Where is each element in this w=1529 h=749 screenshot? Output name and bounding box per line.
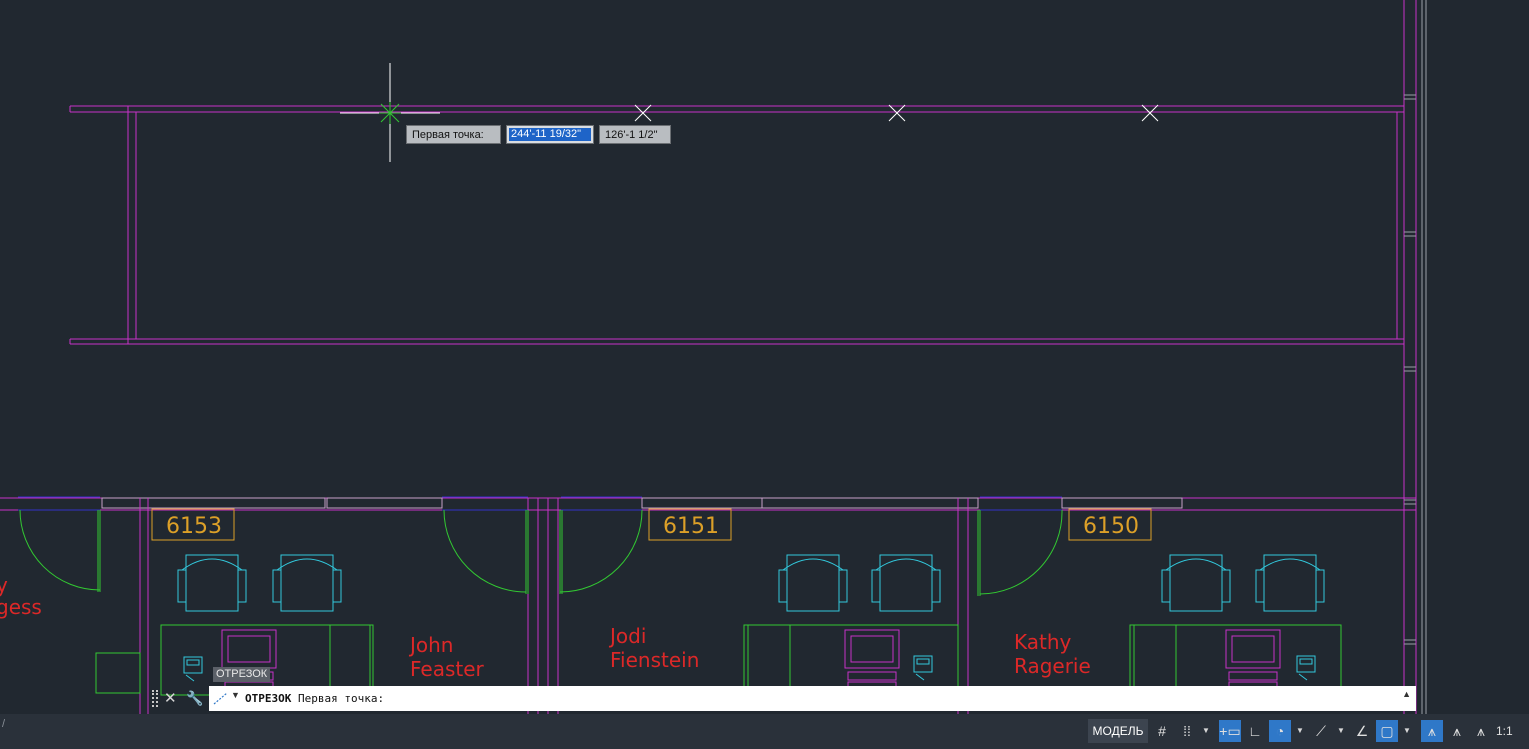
chair-back [782, 558, 844, 571]
object-snap-icon[interactable]: ▢ [1376, 720, 1398, 742]
chair-arm [332, 569, 342, 603]
autoscale-icon[interactable]: ⩚ [1446, 720, 1468, 742]
chevron-down-icon[interactable]: ▼ [1335, 720, 1347, 742]
ortho-icon[interactable]: ∟ [1244, 720, 1266, 742]
command-prompt: Первая точка: [297, 692, 385, 705]
dynamic-input-icon[interactable]: +▭ [1219, 720, 1241, 742]
phone-keypad [916, 658, 930, 665]
annotation-scale-icon[interactable]: ⩚ [1470, 720, 1492, 742]
dynamic-input-x-field[interactable]: 244'-11 19/32" [506, 125, 594, 144]
window-frame [1061, 497, 1183, 509]
status-left-text: / [2, 718, 6, 730]
room-number: 6150 [1083, 514, 1139, 539]
command-tooltip: ОТРЕЗОК [213, 667, 271, 682]
door-swing [559, 509, 643, 593]
dynamic-input-x-value[interactable]: 244'-11 19/32" [509, 128, 591, 141]
occupant-name: Feaster [410, 657, 485, 681]
occupant-name: John [408, 633, 454, 657]
occupant-name-partial: gess [0, 595, 42, 619]
monitor-screen [227, 635, 271, 663]
door-swing [979, 509, 1063, 595]
chair-back [1165, 558, 1227, 571]
wrench-icon[interactable]: 🔧 [186, 689, 203, 708]
window-frame [326, 497, 443, 509]
chevron-down-icon[interactable]: ▼ [1200, 720, 1212, 742]
room-number: 6151 [663, 514, 719, 539]
status-bar: / МОДЕЛЬ # ⁞⁞ ▼ +▭ ∟ ◔ ▼ ⟋ ▼ ∠ ▢ ▼ ⩚ ⩚ ⩚ 1:1 [0, 714, 1529, 749]
isometric-icon[interactable]: ∠ [1351, 720, 1373, 742]
chair-arm [177, 569, 187, 603]
snap-mode-icon[interactable]: ⁞⁞ [1176, 720, 1198, 742]
command-prompt-text: ОТРЕЗОК Первая точка: [245, 686, 384, 711]
occupant-name: Fienstein [610, 648, 699, 672]
chevron-down-icon[interactable]: ▼ [1294, 720, 1306, 742]
command-history-icon[interactable] [213, 691, 229, 705]
chair-back [181, 558, 243, 571]
phone-cord [915, 673, 925, 681]
command-input[interactable]: ▼ ОТРЕЗОК Первая точка: ▲ [209, 686, 1416, 711]
phone-cord [1298, 673, 1308, 681]
chair-arm [237, 569, 247, 603]
annotation-visibility-icon[interactable]: ⩚ [1421, 720, 1443, 742]
phone-keypad [1299, 658, 1313, 665]
occupant-name: Ragerie [1014, 654, 1091, 678]
room-number: 6153 [166, 514, 222, 539]
occupant-name-partial: y [0, 573, 8, 597]
chair-back [875, 558, 937, 571]
chair-arm [871, 569, 881, 603]
chair-back [276, 558, 338, 571]
autocad-window: 6153 John Feaster 6151 Jodi Fienstein 6150 Kath… [0, 0, 1529, 749]
chair-arm [272, 569, 282, 603]
chair-back [1259, 558, 1321, 571]
chair-arm [838, 569, 848, 603]
occupant-name: Kathy [1014, 630, 1072, 654]
monitor-screen [1231, 635, 1275, 663]
close-icon[interactable]: ✕ [164, 689, 177, 708]
chair-arm [931, 569, 941, 603]
chair-arm [1255, 569, 1265, 603]
dynamic-input-prompt: Первая точка: [406, 125, 501, 144]
polar-tracking-icon[interactable]: ◔ [1269, 720, 1291, 742]
door-swing [443, 509, 527, 593]
command-line-grip-handle[interactable] [152, 690, 158, 707]
chevron-down-icon[interactable]: ▼ [231, 690, 240, 700]
chevron-up-icon[interactable]: ▲ [1402, 689, 1411, 699]
monitor-screen [850, 635, 894, 663]
chair-arm [778, 569, 788, 603]
chair-arm [1161, 569, 1171, 603]
window-frame [641, 497, 763, 509]
window-frame [101, 497, 326, 509]
object-snap-tracking-icon[interactable]: ⟋ [1310, 720, 1332, 742]
drawing-canvas[interactable]: 6153 JohnFeaster 6151 JodiFienstein 6150 Kath… [0, 0, 1529, 714]
annotation-scale-label[interactable]: 1:1 [1496, 720, 1513, 742]
phone-keypad [186, 659, 200, 666]
grid-icon[interactable]: # [1151, 720, 1173, 742]
chair-arm [1315, 569, 1325, 603]
door-swing [19, 509, 101, 591]
keyboard [847, 671, 897, 681]
model-tab[interactable]: МОДЕЛЬ [1088, 719, 1148, 743]
cabinet [95, 652, 141, 694]
command-name: ОТРЕЗОК [245, 692, 292, 705]
phone-cord [185, 674, 195, 682]
keyboard [1228, 671, 1278, 681]
command-line: ✕ 🔧 ▼ ОТРЕЗОК Первая точка: ▲ [150, 686, 1416, 711]
chevron-down-icon[interactable]: ▼ [1401, 720, 1413, 742]
chair-arm [1221, 569, 1231, 603]
dynamic-input-y-field[interactable]: 126'-1 1/2" [599, 125, 671, 144]
occupant-name: Jodi [608, 624, 646, 648]
window-frame [761, 497, 979, 509]
